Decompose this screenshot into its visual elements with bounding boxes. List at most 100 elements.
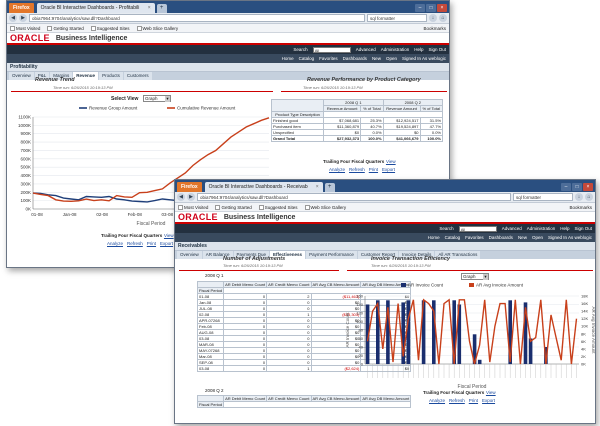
- new-tab-icon[interactable]: +: [324, 183, 335, 192]
- col-revenue: Revenue Amount: [323, 105, 362, 112]
- refresh-link-2[interactable]: Refresh: [449, 398, 465, 403]
- revenue-performance-time: Time run: 6/26/2015 10:19:13 PM: [303, 85, 363, 90]
- search-field[interactable]: sql formatter: [513, 193, 573, 201]
- analyze-link-2[interactable]: Analyze: [329, 167, 345, 172]
- new-tab-icon[interactable]: +: [156, 4, 167, 13]
- maximize-icon[interactable]: □: [426, 4, 436, 12]
- bookmark-most-visited[interactable]: Most Visited: [10, 25, 40, 31]
- url-field[interactable]: obia7964:9704/analytics/saw.dll?Dashboar…: [29, 14, 365, 22]
- legend-label: Cumulative Revenue Amount: [177, 106, 236, 111]
- home-link[interactable]: Home: [282, 56, 294, 61]
- bookmarks-menu[interactable]: Bookmarks: [423, 26, 446, 31]
- tab-products[interactable]: Products: [99, 72, 123, 80]
- open-menu[interactable]: Open: [532, 235, 543, 240]
- back-icon[interactable]: ◀: [9, 14, 17, 22]
- administration-link[interactable]: Administration: [527, 226, 556, 231]
- back-icon[interactable]: ◀: [177, 193, 185, 201]
- favorites-menu[interactable]: Favorites: [319, 56, 338, 61]
- catalog-link[interactable]: Catalog: [445, 235, 461, 240]
- print-link-2[interactable]: Print: [369, 167, 378, 172]
- forward-icon[interactable]: ▶: [187, 193, 195, 201]
- home-icon[interactable]: ⌂: [585, 193, 593, 201]
- export-link[interactable]: Export: [160, 241, 173, 246]
- sign-out-link[interactable]: Sign Out: [428, 47, 446, 52]
- bookmarks-menu[interactable]: Bookmarks: [569, 205, 592, 210]
- bookmark-getting-started[interactable]: Getting Started: [215, 204, 252, 210]
- help-menu[interactable]: Help: [560, 226, 569, 231]
- search-label: Search: [439, 226, 454, 231]
- download-icon[interactable]: ↓: [429, 14, 437, 22]
- sign-out-link[interactable]: Sign Out: [574, 226, 592, 231]
- bookmark-web-slice-gallery[interactable]: Web Slice Gallery: [136, 25, 178, 31]
- forward-icon[interactable]: ▶: [19, 14, 27, 22]
- y-tick-label: 0K: [25, 207, 31, 212]
- minimize-icon[interactable]: –: [561, 183, 571, 191]
- close-window-icon[interactable]: ×: [437, 4, 447, 12]
- bookmark-web-slice-gallery[interactable]: Web Slice Gallery: [304, 204, 346, 210]
- administration-link[interactable]: Administration: [381, 47, 410, 52]
- close-tab-icon[interactable]: ×: [316, 182, 319, 192]
- y-tick-label: 1100K: [18, 115, 31, 120]
- search-scope-select[interactable]: All: [312, 46, 351, 53]
- close-window-icon[interactable]: ×: [583, 183, 593, 191]
- export-link-2[interactable]: Export: [382, 167, 395, 172]
- tab-customers[interactable]: Customers: [123, 72, 152, 80]
- bookmark-most-visited[interactable]: Most Visited: [178, 204, 208, 210]
- revenue-performance-title: Revenue Performance by Product Category: [307, 77, 421, 83]
- refresh-link-2[interactable]: Refresh: [349, 167, 365, 172]
- analyze-link-2[interactable]: Analyze: [429, 398, 445, 403]
- bookmark-suggested-sites[interactable]: Suggested Sites: [90, 25, 130, 31]
- y-tick-label: 100K: [20, 198, 31, 203]
- signed-in-menu[interactable]: Signed In As weblogic: [402, 56, 446, 61]
- firefox-menu-button[interactable]: Firefox: [9, 3, 34, 13]
- y-tick-label: 140: [356, 302, 363, 307]
- y-tick-label: 400K: [20, 173, 31, 178]
- bookmark-getting-started[interactable]: Getting Started: [47, 25, 84, 31]
- print-link[interactable]: Print: [147, 241, 156, 246]
- bookmark-suggested-sites[interactable]: Suggested Sites: [258, 204, 298, 210]
- favorites-menu[interactable]: Favorites: [465, 235, 484, 240]
- maximize-icon[interactable]: □: [572, 183, 582, 191]
- export-link-2[interactable]: Export: [482, 398, 495, 403]
- analyze-link[interactable]: Analyze: [107, 241, 123, 246]
- help-menu[interactable]: Help: [414, 47, 423, 52]
- y2-axis-title: AR Avg Invoice Amount: [591, 307, 595, 355]
- download-icon[interactable]: ↓: [575, 193, 583, 201]
- browser-tab[interactable]: Oracle BI Interactive Dashboards - Recei…: [204, 182, 323, 192]
- search-field[interactable]: sql formatter: [367, 14, 427, 22]
- browser-tab[interactable]: Oracle BI Interactive Dashboards - Profi…: [36, 3, 155, 13]
- advanced-link[interactable]: Advanced: [502, 226, 522, 231]
- open-menu[interactable]: Open: [386, 56, 397, 61]
- footer-view-link-2[interactable]: View: [386, 159, 396, 164]
- advanced-link[interactable]: Advanced: [356, 47, 376, 52]
- bar: [528, 338, 533, 364]
- section-divider: [179, 270, 339, 271]
- search-scope-select[interactable]: All: [458, 225, 497, 232]
- dashboards-menu[interactable]: Dashboards: [489, 235, 513, 240]
- new-menu[interactable]: New: [372, 56, 381, 61]
- legend-swatch: [401, 283, 406, 287]
- adjustments-time: Time run: 6/26/2015 10:19:13 PM: [223, 263, 283, 268]
- home-link[interactable]: Home: [428, 235, 440, 240]
- home-icon[interactable]: ⌂: [439, 14, 447, 22]
- footer-view-link[interactable]: View: [164, 233, 174, 238]
- tab-revenue[interactable]: Revenue: [73, 72, 99, 80]
- window-controls: – □ ×: [415, 4, 447, 12]
- firefox-menu-button[interactable]: Firefox: [177, 182, 202, 192]
- dashboards-menu[interactable]: Dashboards: [343, 56, 367, 61]
- close-tab-icon[interactable]: ×: [148, 3, 151, 13]
- adjustments-title: Number of Adjustments: [223, 256, 286, 262]
- view-dropdown[interactable]: Graph ▾: [461, 273, 489, 280]
- catalog-link[interactable]: Catalog: [299, 56, 315, 61]
- new-menu[interactable]: New: [518, 235, 527, 240]
- signed-in-menu[interactable]: Signed In As weblogic: [548, 235, 592, 240]
- select-view-dropdown[interactable]: Graph ▾: [143, 95, 171, 102]
- minimize-icon[interactable]: –: [415, 4, 425, 12]
- tab-overview[interactable]: Overview: [9, 72, 34, 80]
- footer-view-link-2[interactable]: View: [486, 390, 496, 395]
- url-field[interactable]: obia7964:9704/analytics/saw.dll?Dashboar…: [197, 193, 511, 201]
- refresh-link[interactable]: Refresh: [127, 241, 143, 246]
- print-link-2[interactable]: Print: [469, 398, 478, 403]
- tab-overview[interactable]: Overview: [177, 251, 202, 259]
- tab-payment-performance[interactable]: Payment Performance: [306, 251, 357, 259]
